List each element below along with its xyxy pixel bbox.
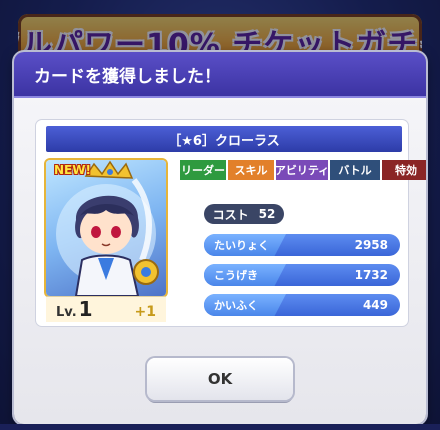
level-label: Lv.	[56, 305, 77, 320]
card-name: ［★6］クローラス	[168, 133, 280, 149]
new-badge: NEW!	[54, 163, 91, 177]
stat-attack-value: 1732	[354, 268, 388, 282]
tag-ability[interactable]: アビリティ	[276, 160, 328, 180]
card-attribute-tags: リーダー スキル アビリティ バトル 特効	[180, 160, 426, 180]
stat-hp-value: 2958	[354, 238, 388, 252]
card-portrait[interactable]: NEW!	[46, 160, 166, 296]
tag-battle[interactable]: バトル	[330, 160, 380, 180]
cost-value: 52	[258, 207, 276, 221]
cost-pill: コスト 52	[204, 204, 284, 224]
stat-attack: こうげき 1732	[204, 264, 400, 286]
stat-attack-label: こうげき	[204, 264, 286, 286]
stat-hp: たいりょく 2958	[204, 234, 400, 256]
tag-leader[interactable]: リーダー	[180, 160, 226, 180]
level-strip: Lv. 1 +1	[46, 296, 166, 322]
stat-heal-value: 449	[362, 298, 388, 312]
card-acquired-dialog: カードを獲得しました！ ［★6］クローラス NEW! Lv. 1 +1 リーダー…	[14, 52, 426, 424]
card-name-bar: ［★6］クローラス	[46, 126, 402, 152]
stat-heal-label: かいふく	[204, 294, 286, 316]
character-portrait-icon	[56, 160, 159, 296]
dialog-title: カードを獲得しました！	[14, 52, 426, 98]
tag-skill[interactable]: スキル	[228, 160, 274, 180]
plus-value: +1	[134, 304, 156, 320]
stat-heal: かいふく 449	[204, 294, 400, 316]
ok-button[interactable]: OK	[147, 358, 293, 400]
cost-label: コスト	[212, 207, 249, 222]
stat-hp-label: たいりょく	[204, 234, 286, 256]
bottom-background-strip	[0, 424, 440, 430]
card-info-panel: ［★6］クローラス NEW! Lv. 1 +1 リーダー スキル アビリティ バ…	[36, 120, 426, 326]
level-value: 1	[78, 297, 93, 321]
tag-special[interactable]: 特効	[382, 160, 426, 180]
